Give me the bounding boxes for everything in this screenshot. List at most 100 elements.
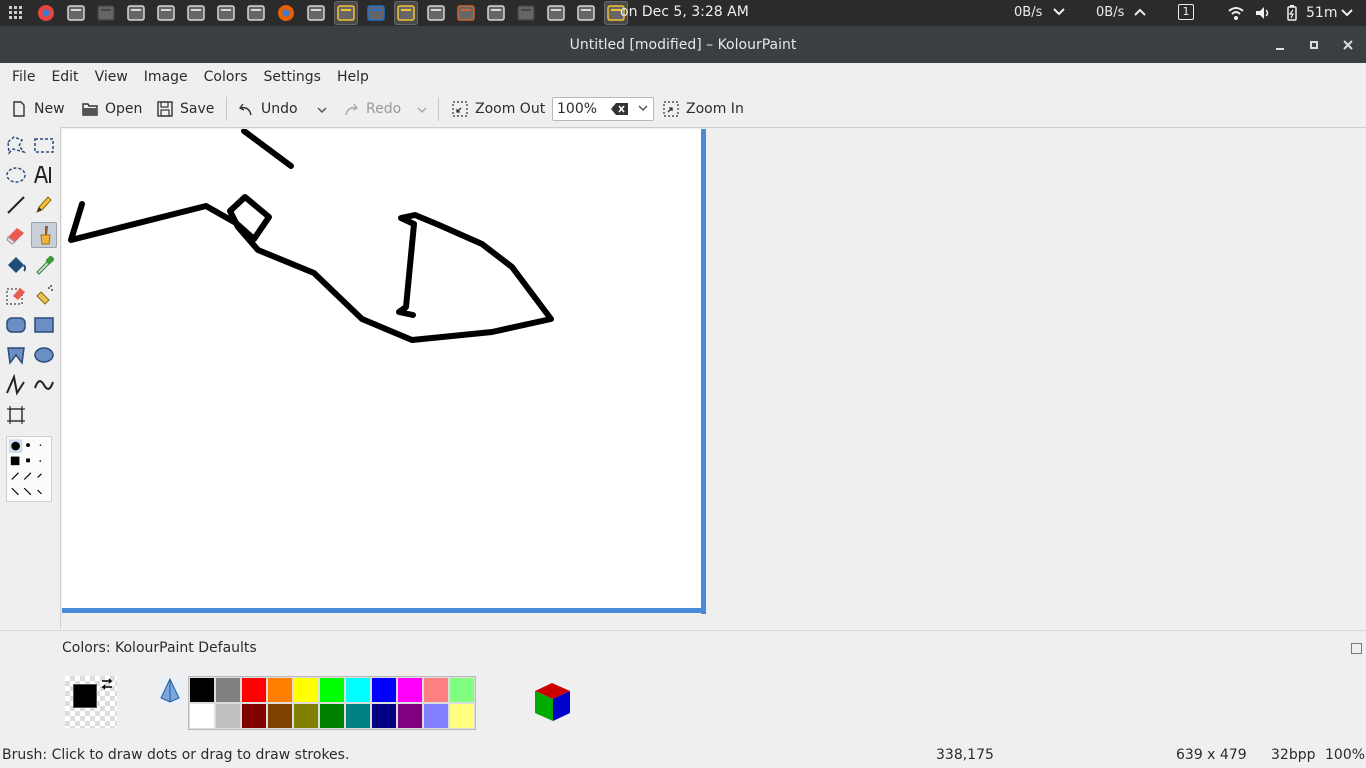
settings-icon[interactable] [304, 1, 328, 25]
foreground-background-selector[interactable] [65, 676, 117, 728]
zoom-combobox[interactable]: 100% [552, 97, 654, 121]
rounded-rectangle-tool[interactable] [3, 312, 29, 338]
palette-swatch[interactable] [397, 703, 423, 729]
palette-swatch[interactable] [449, 703, 475, 729]
redo-dropdown-icon[interactable] [416, 105, 428, 115]
foreground-color[interactable] [73, 684, 97, 708]
palette-swatch[interactable] [267, 677, 293, 703]
window-icon[interactable] [424, 1, 448, 25]
paint-brushes-icon[interactable] [454, 1, 478, 25]
menu-colors[interactable]: Colors [198, 69, 254, 85]
kolourpaint-icon[interactable] [394, 1, 418, 25]
undo-dropdown-icon[interactable] [316, 105, 328, 115]
palette-swatch[interactable] [397, 677, 423, 703]
color-cube-icon[interactable] [532, 681, 574, 723]
flood-fill-tool[interactable] [3, 252, 29, 278]
undo-button[interactable]: Undo [237, 99, 298, 119]
menu-image[interactable]: Image [138, 69, 194, 85]
save-button[interactable]: Save [156, 99, 214, 119]
connected-lines-tool[interactable] [3, 372, 29, 398]
palette-swatch[interactable] [319, 703, 345, 729]
palette-swatch[interactable] [423, 677, 449, 703]
canvas-scroll-area[interactable] [60, 127, 1366, 629]
display-icon[interactable] [364, 1, 388, 25]
palette-swatch[interactable] [215, 703, 241, 729]
window-icon[interactable] [574, 1, 598, 25]
menu-view[interactable]: View [89, 69, 134, 85]
chevron-down-icon[interactable] [1340, 5, 1354, 21]
palette-swatch[interactable] [293, 677, 319, 703]
maximize-button[interactable] [1306, 37, 1322, 53]
canvas-resize-handle-bottom[interactable] [62, 608, 706, 613]
menu-help[interactable]: Help [331, 69, 375, 85]
zoom-in-button[interactable]: Zoom In [662, 99, 744, 119]
palette-swatch[interactable] [267, 703, 293, 729]
palette-swatch[interactable] [345, 677, 371, 703]
color-eraser-tool[interactable] [3, 282, 29, 308]
palette-swatch[interactable] [189, 677, 215, 703]
eraser-tool[interactable] [3, 222, 29, 248]
curve-tool[interactable] [31, 372, 57, 398]
palette-swatch[interactable] [241, 703, 267, 729]
clock[interactable]: on Dec 5, 3:28 AM [620, 4, 749, 20]
menu-edit[interactable]: Edit [45, 69, 84, 85]
kolourpaint-icon[interactable] [334, 1, 358, 25]
brush-tool[interactable] [31, 222, 57, 248]
wifi-icon[interactable] [1227, 4, 1245, 22]
calculator-icon[interactable] [214, 1, 238, 25]
line-tool[interactable] [3, 192, 29, 218]
volume-icon[interactable] [1254, 4, 1272, 22]
redo-button[interactable]: Redo [342, 99, 401, 119]
zoom-out-button[interactable]: Zoom Out [451, 99, 545, 119]
palette-swatch[interactable] [293, 703, 319, 729]
resize-tool[interactable] [3, 402, 29, 428]
elliptical-selection-tool[interactable] [3, 162, 29, 188]
palette-swatch[interactable] [319, 677, 345, 703]
color-picker-tool[interactable] [31, 252, 57, 278]
text-tool[interactable] [31, 162, 57, 188]
palette-swatch[interactable] [371, 677, 397, 703]
palette-swatch[interactable] [241, 677, 267, 703]
battery-icon[interactable] [1283, 4, 1301, 22]
palette-swatch[interactable] [345, 703, 371, 729]
canvas-resize-handle-right[interactable] [701, 129, 706, 614]
pen-tool[interactable] [31, 192, 57, 218]
new-button[interactable]: New [10, 99, 65, 119]
terminal-icon[interactable] [514, 1, 538, 25]
spraycan-tool[interactable] [31, 282, 57, 308]
polygon-tool[interactable] [3, 342, 29, 368]
free-form-selection-tool[interactable] [3, 132, 29, 158]
system-monitor-icon[interactable] [184, 1, 208, 25]
disk-icon[interactable] [244, 1, 268, 25]
clear-text-icon[interactable] [611, 102, 629, 116]
ellipse-tool[interactable] [31, 342, 57, 368]
terminal-icon[interactable] [94, 1, 118, 25]
window-icon[interactable] [544, 1, 568, 25]
palette-swatch[interactable] [449, 677, 475, 703]
window-icon[interactable] [484, 1, 508, 25]
minimize-button[interactable] [1272, 37, 1288, 53]
palette-swatch[interactable] [215, 677, 241, 703]
files-icon[interactable] [64, 1, 88, 25]
rectangular-selection-tool[interactable] [31, 132, 57, 158]
firefox-icon[interactable] [274, 1, 298, 25]
menu-settings[interactable]: Settings [258, 69, 327, 85]
palette-swatch[interactable] [423, 703, 449, 729]
transparent-color-icon[interactable] [157, 676, 183, 704]
scissors-icon[interactable] [124, 1, 148, 25]
color-box-options-button[interactable] [1351, 643, 1362, 654]
zoom-value[interactable]: 100% [557, 101, 597, 117]
window-titlebar[interactable]: Untitled [modified] – KolourPaint [0, 26, 1366, 63]
open-button[interactable]: Open [81, 99, 142, 119]
palette-swatch[interactable] [189, 703, 215, 729]
workspace-indicator[interactable]: 1 [1178, 4, 1194, 20]
menu-file[interactable]: File [6, 69, 41, 85]
swap-colors-icon[interactable] [99, 676, 115, 692]
palette-swatch[interactable] [371, 703, 397, 729]
drawing-canvas[interactable] [62, 129, 701, 608]
close-button[interactable] [1340, 37, 1356, 53]
chrome-icon[interactable] [34, 1, 58, 25]
rectangle-tool[interactable] [31, 312, 57, 338]
grid-icon[interactable] [4, 1, 28, 25]
text-editor-icon[interactable] [154, 1, 178, 25]
